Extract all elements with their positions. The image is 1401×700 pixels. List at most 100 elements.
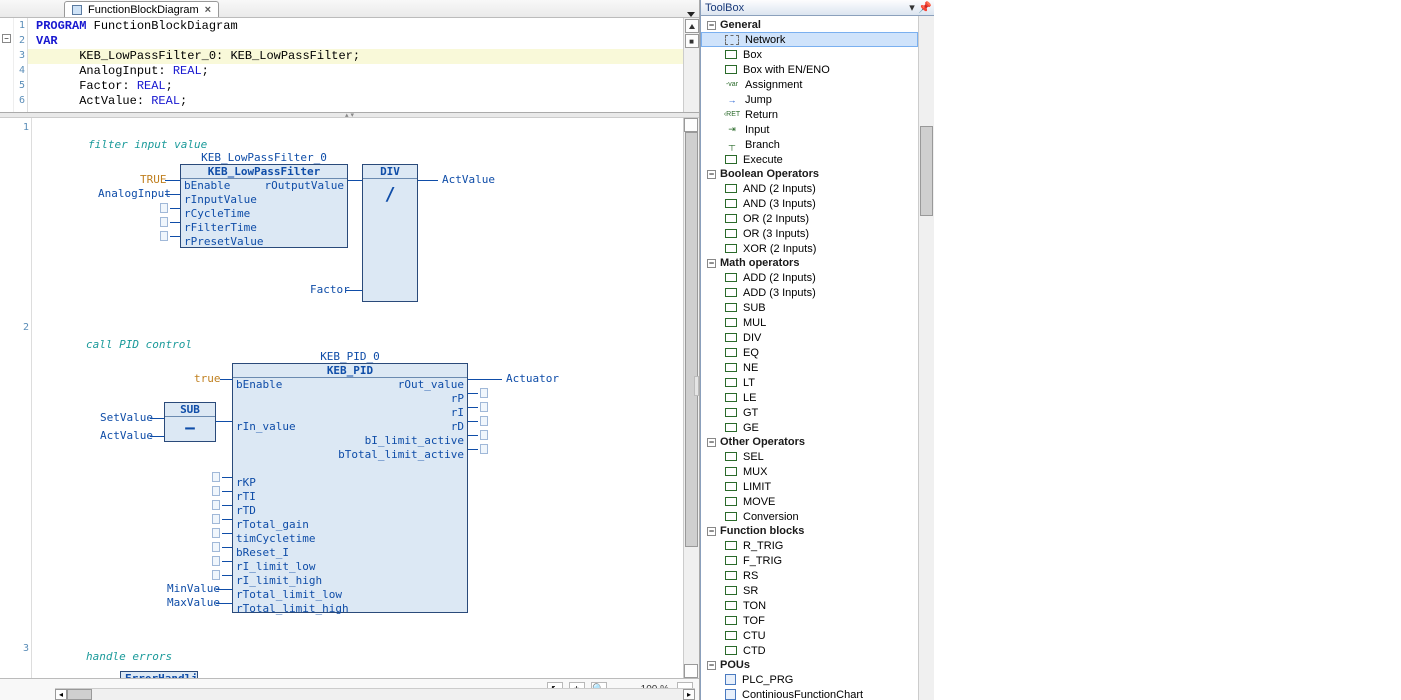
- outer-hscroll[interactable]: ◂ ▸: [55, 688, 695, 700]
- declaration-editor[interactable]: − 1 2 3 4 5 6 PROGRAM FunctionBlockDiagr…: [0, 18, 699, 113]
- const-true[interactable]: TRUE: [140, 173, 167, 186]
- tbi-mul[interactable]: MUL: [701, 315, 918, 330]
- toolbox-tree[interactable]: −General Network Box Box with EN/ENO Ass…: [701, 16, 918, 700]
- fbd-vscroll[interactable]: [683, 118, 699, 678]
- tbi-sub[interactable]: SUB: [701, 300, 918, 315]
- cat-other[interactable]: −Other Operators: [701, 435, 918, 449]
- var-setvalue[interactable]: SetValue: [100, 411, 153, 424]
- tbi-le[interactable]: LE: [701, 390, 918, 405]
- decl-scroll[interactable]: [683, 18, 699, 112]
- tab-dropdown-icon[interactable]: [687, 12, 695, 17]
- tbi-rs[interactable]: RS: [701, 568, 918, 583]
- scroll-down-icon[interactable]: [684, 664, 698, 678]
- pin-icon[interactable]: 📌: [918, 1, 930, 14]
- block-lowpassfilter[interactable]: KEB_LowPassFilter bEnable rInputValue rC…: [180, 164, 348, 248]
- fb-icon: [725, 556, 737, 565]
- tbi-assignment[interactable]: Assignment: [701, 77, 918, 92]
- tbi-input[interactable]: Input: [701, 122, 918, 137]
- toolbox-vscroll[interactable]: [918, 16, 934, 700]
- network-comment[interactable]: filter input value: [88, 138, 207, 151]
- tbi-ne[interactable]: NE: [701, 360, 918, 375]
- cat-pous[interactable]: −POUs: [701, 658, 918, 672]
- op-icon: [725, 333, 737, 342]
- cat-general[interactable]: −General: [701, 18, 918, 32]
- cat-math[interactable]: −Math operators: [701, 256, 918, 270]
- code-text[interactable]: PROGRAM FunctionBlockDiagram VAR KEB_Low…: [28, 18, 683, 112]
- tbi-network[interactable]: Network: [701, 32, 918, 47]
- scroll-thumb[interactable]: [920, 126, 933, 216]
- tbi-branch[interactable]: Branch: [701, 137, 918, 152]
- tbi-return[interactable]: Return: [701, 107, 918, 122]
- fold-gutter: −: [0, 18, 14, 112]
- tab-functionblockdiagram[interactable]: FunctionBlockDiagram ×: [64, 1, 219, 17]
- tbi-sr[interactable]: SR: [701, 583, 918, 598]
- tbi-and2[interactable]: AND (2 Inputs): [701, 181, 918, 196]
- network-comment[interactable]: handle errors: [86, 650, 172, 663]
- tbi-execute[interactable]: Execute: [701, 152, 918, 167]
- tbi-box-en[interactable]: Box with EN/ENO: [701, 62, 918, 77]
- tbi-add3[interactable]: ADD (3 Inputs): [701, 285, 918, 300]
- tbi-cfc[interactable]: ContiniousFunctionChart: [701, 687, 918, 700]
- tbi-and3[interactable]: AND (3 Inputs): [701, 196, 918, 211]
- tbi-mux[interactable]: MUX: [701, 464, 918, 479]
- tbi-or3[interactable]: OR (3 Inputs): [701, 226, 918, 241]
- pou-icon: [725, 674, 736, 685]
- var-maxvalue[interactable]: MaxValue: [167, 596, 220, 609]
- tbi-ctu[interactable]: CTU: [701, 628, 918, 643]
- tbi-plcprg[interactable]: PLC_PRG: [701, 672, 918, 687]
- tbi-div[interactable]: DIV: [701, 330, 918, 345]
- tab-close-icon[interactable]: ×: [205, 4, 211, 16]
- const-true[interactable]: true: [194, 372, 221, 385]
- tbi-lt[interactable]: LT: [701, 375, 918, 390]
- fbd-canvas[interactable]: filter input value KEB_LowPassFilter_0 K…: [32, 118, 683, 678]
- instance-name[interactable]: KEB_PID_0: [232, 350, 468, 363]
- op-icon: [725, 497, 737, 506]
- fbd-editor[interactable]: 1 2 3 filter input value KEB_LowPassFilt…: [0, 118, 699, 700]
- var-actvalue[interactable]: ActValue: [100, 429, 153, 442]
- branch-icon: [725, 139, 739, 150]
- tbi-ftrig[interactable]: F_TRIG: [701, 553, 918, 568]
- tbi-ton[interactable]: TON: [701, 598, 918, 613]
- cat-fb[interactable]: −Function blocks: [701, 524, 918, 538]
- tbi-gt[interactable]: GT: [701, 405, 918, 420]
- tbi-conversion[interactable]: Conversion: [701, 509, 918, 524]
- cat-boolean[interactable]: −Boolean Operators: [701, 167, 918, 181]
- var-actuator[interactable]: Actuator: [506, 372, 559, 385]
- dropdown-icon[interactable]: ▾: [906, 1, 918, 14]
- tbi-ge[interactable]: GE: [701, 420, 918, 435]
- scroll-thumb[interactable]: [67, 689, 92, 700]
- scroll-right-icon[interactable]: ▸: [683, 689, 695, 700]
- tbi-sel[interactable]: SEL: [701, 449, 918, 464]
- var-minvalue[interactable]: MinValue: [167, 582, 220, 595]
- tbi-rtrig[interactable]: R_TRIG: [701, 538, 918, 553]
- op-icon: [725, 199, 737, 208]
- tbi-move[interactable]: MOVE: [701, 494, 918, 509]
- fold-toggle[interactable]: −: [2, 34, 11, 43]
- tbi-or2[interactable]: OR (2 Inputs): [701, 211, 918, 226]
- scroll-up-icon[interactable]: [684, 118, 698, 132]
- tbi-tof[interactable]: TOF: [701, 613, 918, 628]
- var-factor[interactable]: Factor: [310, 283, 350, 296]
- view-mode-icon[interactable]: [685, 34, 699, 48]
- scroll-up-icon[interactable]: [685, 19, 699, 33]
- op-icon: [725, 512, 737, 521]
- toolbox-header[interactable]: ToolBox ▾ 📌: [701, 0, 934, 16]
- fb-icon: [725, 601, 737, 610]
- scroll-left-icon[interactable]: ◂: [55, 689, 67, 700]
- tbi-xor2[interactable]: XOR (2 Inputs): [701, 241, 918, 256]
- tbi-limit[interactable]: LIMIT: [701, 479, 918, 494]
- block-pid[interactable]: KEB_PID bEnable rIn_value rKP rTI rTD rT…: [232, 363, 468, 613]
- network-comment[interactable]: call PID control: [86, 338, 192, 351]
- var-actvalue[interactable]: ActValue: [442, 173, 495, 186]
- op-icon: [725, 318, 737, 327]
- tbi-ctd[interactable]: CTD: [701, 643, 918, 658]
- input-icon: [725, 124, 739, 135]
- tbi-add2[interactable]: ADD (2 Inputs): [701, 270, 918, 285]
- tbi-eq[interactable]: EQ: [701, 345, 918, 360]
- scroll-thumb[interactable]: [685, 132, 698, 547]
- drag-handle[interactable]: [694, 376, 699, 396]
- tbi-jump[interactable]: Jump: [701, 92, 918, 107]
- instance-name[interactable]: KEB_LowPassFilter_0: [180, 151, 348, 164]
- var-analoginput[interactable]: AnalogInput: [98, 187, 171, 200]
- tbi-box[interactable]: Box: [701, 47, 918, 62]
